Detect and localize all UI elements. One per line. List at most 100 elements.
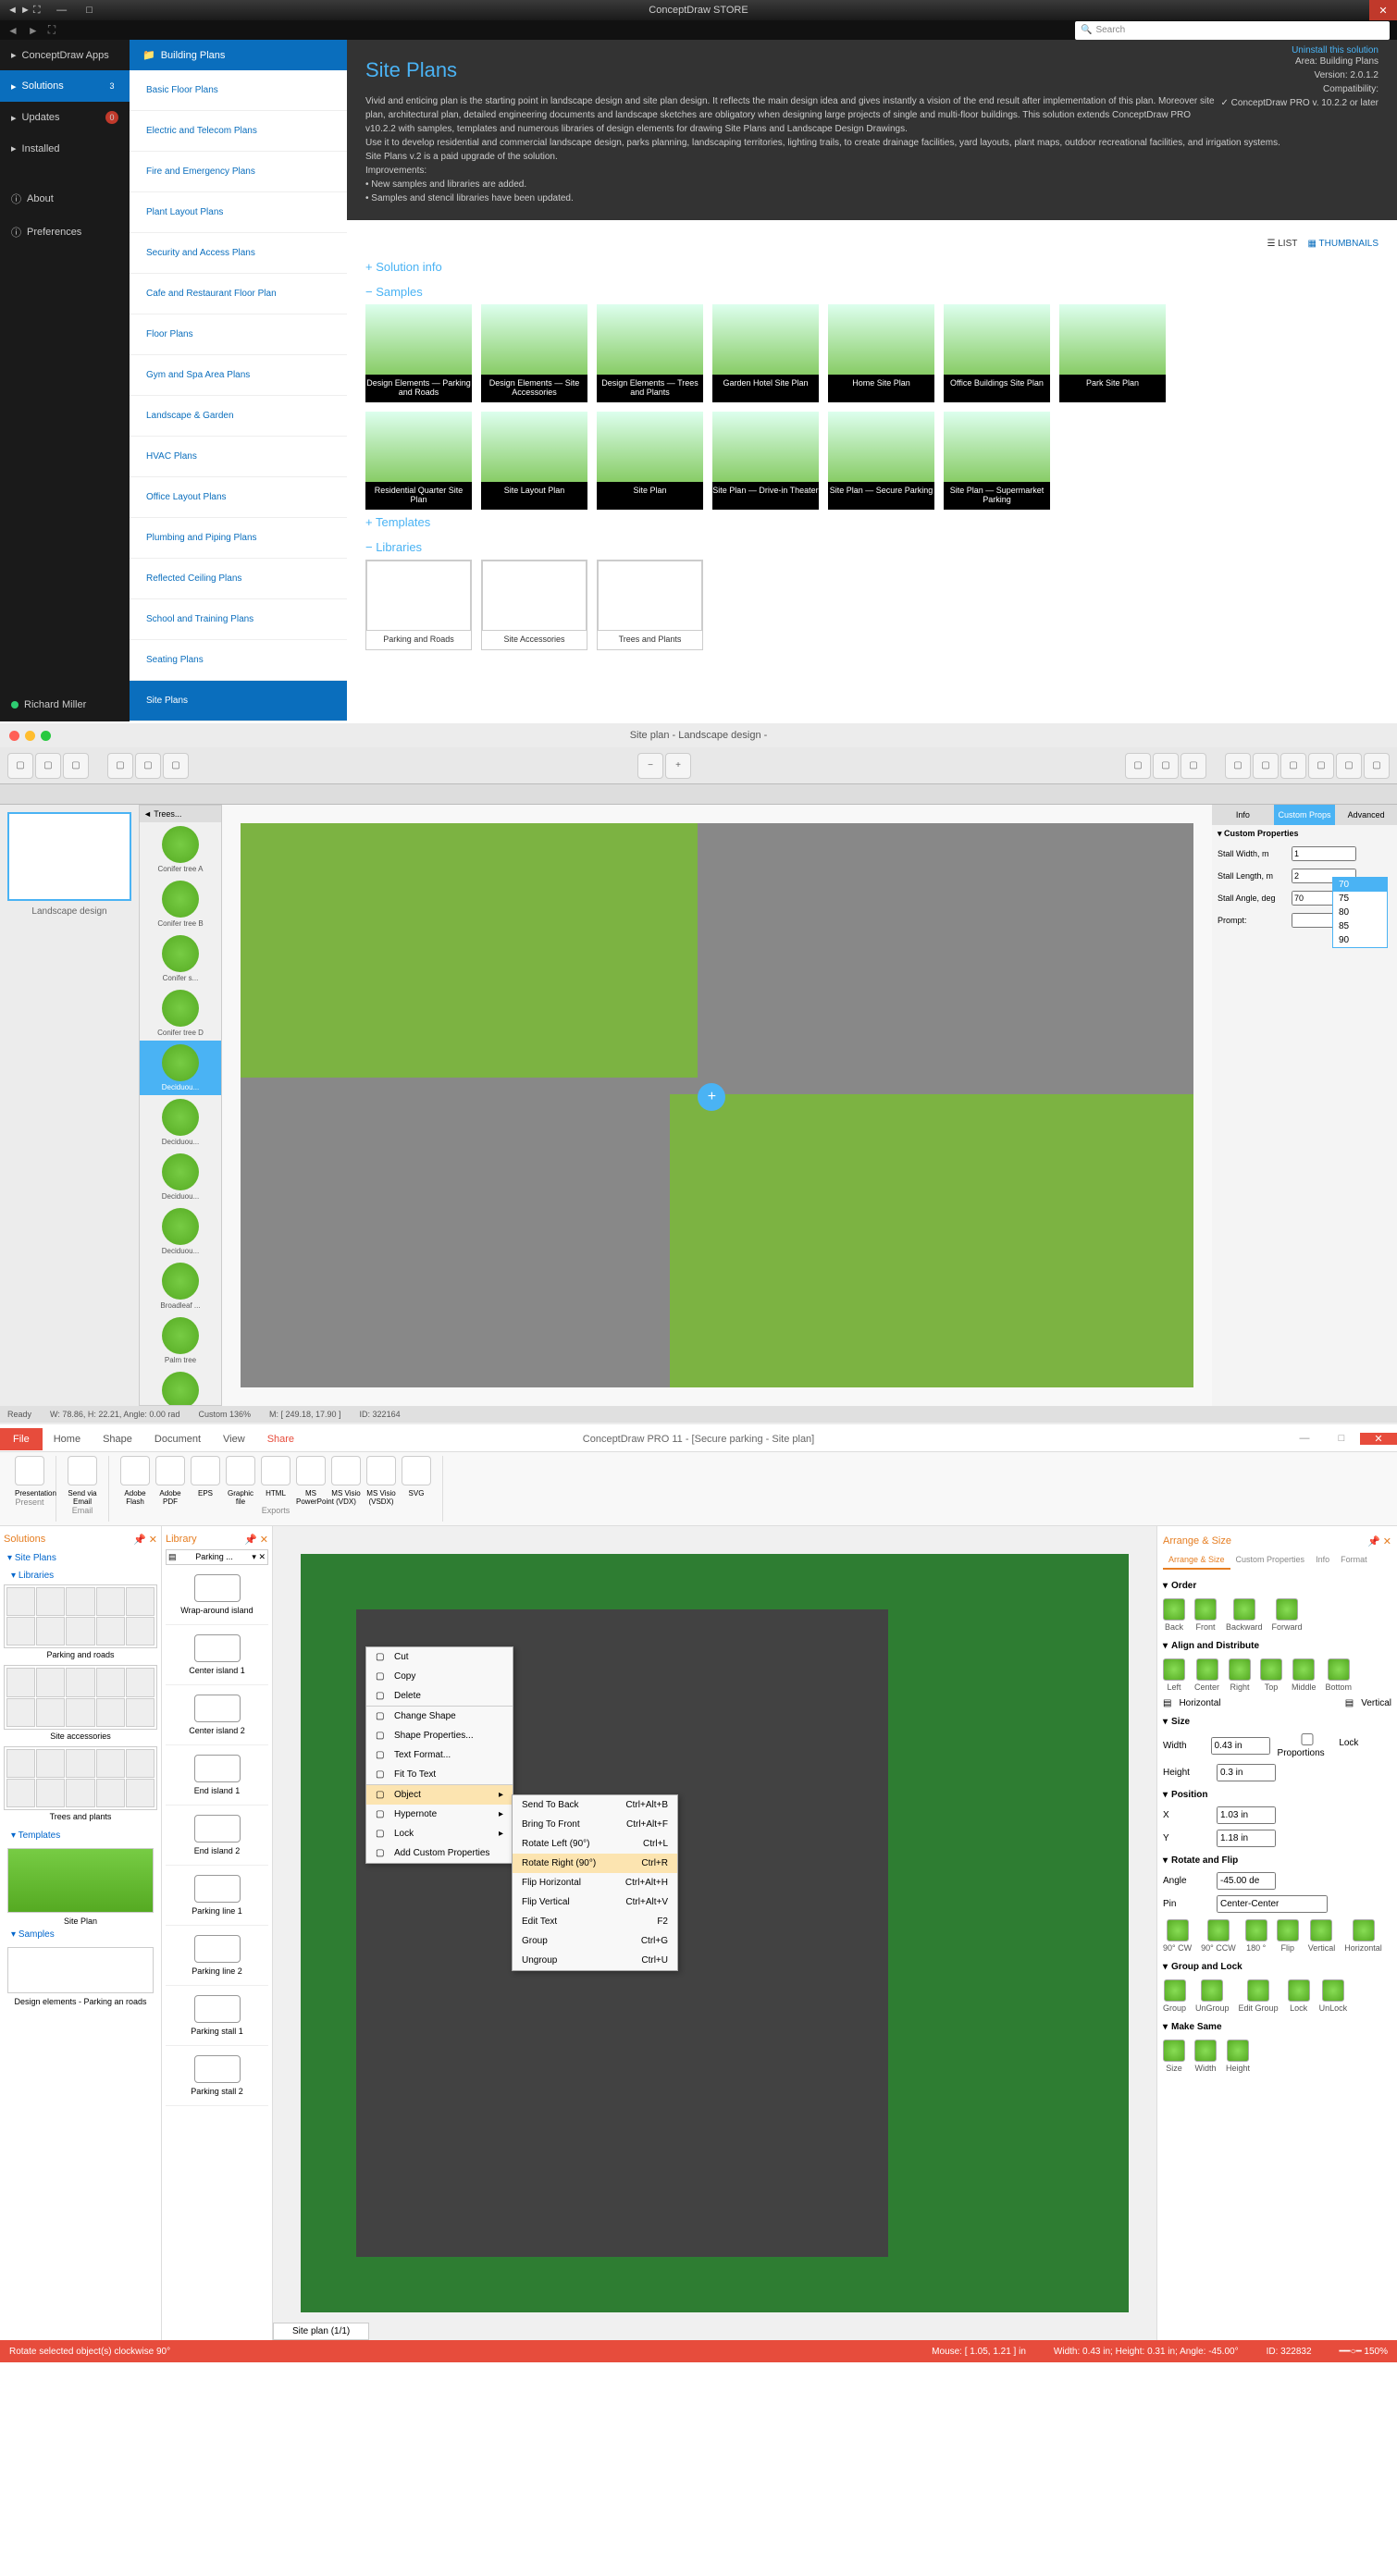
submenu-item[interactable]: Rotate Left (90°)Ctrl+L xyxy=(513,1834,677,1854)
sample-card[interactable]: Site Plan — Drive-in Theater xyxy=(712,412,819,510)
x-input[interactable] xyxy=(1217,1806,1276,1824)
maximize-button[interactable] xyxy=(41,731,51,741)
library-shape[interactable]: Wrap-around island xyxy=(166,1565,268,1625)
minimize-button[interactable]: — xyxy=(48,0,76,20)
y-input[interactable] xyxy=(1217,1830,1276,1847)
group-button[interactable]: Group xyxy=(1163,1979,1186,2013)
sample-card[interactable]: Design Elements — Trees and Plants xyxy=(597,304,703,402)
library-item[interactable]: Deciduou... xyxy=(140,1041,221,1095)
library-item[interactable]: Conifer tree A xyxy=(140,822,221,877)
section-samples[interactable]: − Samples xyxy=(365,279,1378,304)
sample-card[interactable]: Parking and Roads xyxy=(365,560,472,650)
front-button[interactable]: Front xyxy=(1194,1598,1217,1632)
close-button[interactable]: ✕ xyxy=(1360,1433,1397,1445)
category-item[interactable]: Seating Plans xyxy=(130,640,347,681)
nav-about[interactable]: ⓘAbout xyxy=(0,182,130,216)
library-item[interactable]: Conifer tree D xyxy=(140,986,221,1041)
grid-button[interactable]: ▢ xyxy=(1253,753,1279,779)
menu-item[interactable]: ▢Shape Properties... xyxy=(366,1726,513,1745)
add-node-icon[interactable]: + xyxy=(698,1083,725,1111)
ungroup-button[interactable]: UnGroup xyxy=(1195,1979,1230,2013)
forward-icon[interactable]: ► xyxy=(28,24,39,37)
submenu-item[interactable]: Edit TextF2 xyxy=(513,1912,677,1931)
file-menu[interactable]: File xyxy=(0,1428,43,1450)
maximize-button[interactable]: □ xyxy=(1323,1433,1360,1445)
library-item[interactable]: Deciduou... xyxy=(140,1150,221,1204)
send-via-email-button[interactable] xyxy=(68,1456,97,1485)
redo-button[interactable]: ▢ xyxy=(135,753,161,779)
angle-dropdown[interactable]: 7075808590 xyxy=(1332,877,1388,948)
tab-arrange-size[interactable]: Arrange & Size xyxy=(1163,1551,1230,1570)
sample-card[interactable]: Site Plan — Secure Parking xyxy=(828,412,934,510)
info-button[interactable]: ▢ xyxy=(1336,753,1362,779)
adobe-pdf-button[interactable] xyxy=(155,1456,185,1485)
dropdown-option[interactable]: 85 xyxy=(1333,919,1387,933)
category-item[interactable]: Plant Layout Plans xyxy=(130,192,347,233)
minimize-button[interactable] xyxy=(25,731,35,741)
category-item[interactable]: Fire and Emergency Plans xyxy=(130,152,347,192)
svg-button[interactable] xyxy=(402,1456,431,1485)
search-input[interactable]: 🔍 Search xyxy=(1075,21,1390,40)
pin-select[interactable] xyxy=(1217,1895,1328,1913)
section-libraries[interactable]: ▾ Libraries xyxy=(4,1567,157,1584)
dropdown-option[interactable]: 70 xyxy=(1333,878,1387,892)
center-button[interactable]: Center xyxy=(1194,1658,1219,1692)
category-item[interactable]: School and Training Plans xyxy=(130,599,347,640)
pin-icon[interactable]: 📌 ✕ xyxy=(1367,1535,1391,1547)
smart-button[interactable]: ▢ xyxy=(1125,753,1151,779)
sample-card[interactable]: Site Plan xyxy=(597,412,703,510)
sample-card[interactable]: Design Elements — Site Accessories xyxy=(481,304,587,402)
prop-input[interactable] xyxy=(1292,846,1356,861)
library-shape[interactable]: End island 2 xyxy=(166,1806,268,1866)
submenu-item[interactable]: Flip HorizontalCtrl+Alt+H xyxy=(513,1873,677,1892)
format-button[interactable]: ▢ xyxy=(1280,753,1306,779)
category-header[interactable]: 📁 Building Plans xyxy=(130,40,347,70)
page-tab[interactable]: Site plan (1/1) xyxy=(273,2323,369,2340)
dropdown-option[interactable]: 90 xyxy=(1333,933,1387,947)
menu-item[interactable]: ▢Fit To Text xyxy=(366,1765,513,1784)
tab-advanced[interactable]: Advanced xyxy=(1335,805,1397,825)
close-button[interactable] xyxy=(9,731,19,741)
sample-card[interactable]: Park Site Plan xyxy=(1059,304,1166,402)
library-shape[interactable]: Parking line 2 xyxy=(166,1926,268,1986)
props-header[interactable]: ▾ Custom Properties xyxy=(1212,825,1397,843)
library-header[interactable]: ◄ Trees... xyxy=(140,806,221,822)
tab-home[interactable]: Home xyxy=(43,1428,92,1450)
submenu-item[interactable]: Flip VerticalCtrl+Alt+V xyxy=(513,1892,677,1912)
tab-info[interactable]: Info xyxy=(1212,805,1274,825)
category-item[interactable]: Gym and Spa Area Plans xyxy=(130,355,347,396)
tab-info[interactable]: Info xyxy=(1310,1551,1335,1570)
edit-group-button[interactable]: Edit Group xyxy=(1239,1979,1279,2013)
menu-item[interactable]: ▢Lock▸ xyxy=(366,1824,513,1843)
pin-icon[interactable]: 📌 ✕ xyxy=(133,1534,157,1546)
section-templates[interactable]: ▾ Templates xyxy=(4,1827,157,1844)
eps-button[interactable] xyxy=(191,1456,220,1485)
submenu-item[interactable]: Bring To FrontCtrl+Alt+F xyxy=(513,1815,677,1834)
adobe-flash-button[interactable] xyxy=(120,1456,150,1485)
unlock-button[interactable]: UnLock xyxy=(1319,1979,1348,2013)
back-icon[interactable]: ◄ xyxy=(7,24,19,37)
sample-card[interactable]: Design Elements — Parking and Roads xyxy=(365,304,472,402)
category-item[interactable]: Plumbing and Piping Plans xyxy=(130,518,347,559)
tab-shape[interactable]: Shape xyxy=(92,1428,143,1450)
category-item[interactable]: Electric and Telecom Plans xyxy=(130,111,347,152)
maximize-button[interactable]: □ xyxy=(76,0,104,20)
vertical-button[interactable]: Vertical xyxy=(1308,1919,1336,1953)
category-item[interactable]: Floor Plans xyxy=(130,314,347,355)
zoom-out-icon[interactable]: − xyxy=(637,753,663,779)
category-item[interactable]: Basic Floor Plans xyxy=(130,70,347,111)
menu-item[interactable]: ▢Add Custom Properties xyxy=(366,1843,513,1863)
sample-card[interactable]: Trees and Plants xyxy=(597,560,703,650)
nav-preferences[interactable]: ⓘPreferences xyxy=(0,216,130,249)
library-shape[interactable]: Parking line 1 xyxy=(166,1866,268,1926)
tab-custom-props[interactable]: Custom Props xyxy=(1274,805,1336,825)
close-button[interactable]: ✕ xyxy=(1369,0,1397,20)
pages-button[interactable]: ▢ xyxy=(35,753,61,779)
category-item[interactable]: Site Plans xyxy=(130,681,347,721)
nav-installed[interactable]: ▸Installed xyxy=(0,133,130,164)
library-shape[interactable]: Center island 2 xyxy=(166,1685,268,1745)
uninstall-link[interactable]: Uninstall this solution xyxy=(1292,40,1378,61)
-cw-button[interactable]: 90° CW xyxy=(1163,1919,1192,1953)
tab-view[interactable]: View xyxy=(212,1428,256,1450)
chain-button[interactable]: ▢ xyxy=(1153,753,1179,779)
